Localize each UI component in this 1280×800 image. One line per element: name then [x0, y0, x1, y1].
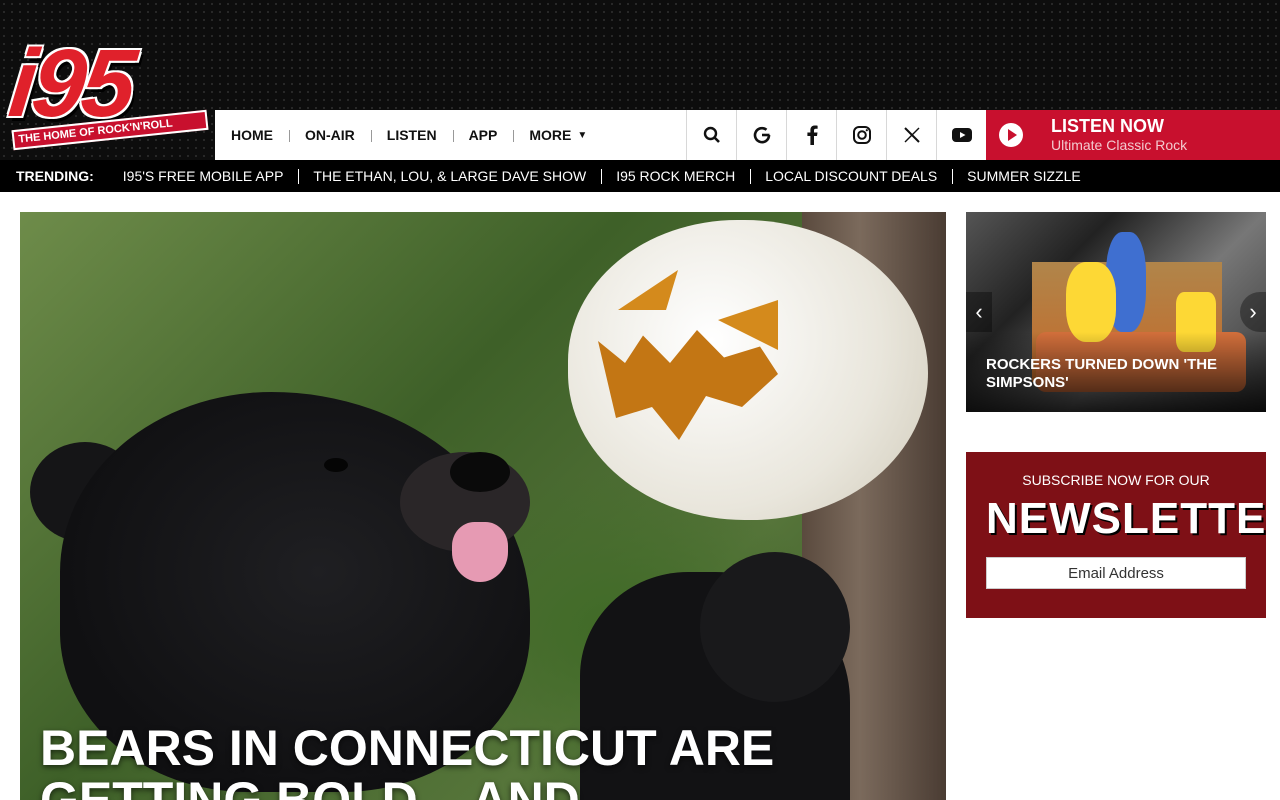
station-logo[interactable]: i95 THE HOME OF ROCK'N'ROLL	[4, 30, 210, 152]
trending-label: TRENDING:	[16, 168, 94, 184]
trending-bar: TRENDING: I95'S FREE MOBILE APP THE ETHA…	[0, 160, 1280, 192]
trending-link[interactable]: I95 ROCK MERCH	[601, 168, 750, 184]
newsletter-pretitle: SUBSCRIBE NOW FOR OUR	[1022, 472, 1210, 488]
logo-number: i95	[4, 30, 138, 137]
nav-item-label: HOME	[231, 127, 273, 143]
trending-link[interactable]: THE ETHAN, LOU, & LARGE DAVE SHOW	[298, 168, 601, 184]
chevron-left-icon[interactable]: ‹	[966, 292, 992, 332]
listen-now-button[interactable]: LISTEN NOW Ultimate Classic Rock	[986, 110, 1280, 160]
hero-image-bear-eye	[324, 458, 348, 472]
social-icons	[686, 110, 986, 160]
carousel-image-homer	[1066, 262, 1116, 342]
nav-item-home[interactable]: HOME	[215, 127, 289, 143]
hero-image-bear-nose	[450, 452, 510, 492]
nav-item-listen[interactable]: LISTEN	[370, 127, 453, 143]
nav-item-more[interactable]: MORE ▼	[513, 127, 603, 143]
featured-carousel[interactable]: ROCKERS TURNED DOWN 'THE SIMPSONS' ‹ ›	[966, 212, 1266, 412]
nav-item-label: LISTEN	[386, 127, 437, 143]
listen-now-title: LISTEN NOW	[1051, 116, 1164, 136]
search-icon[interactable]	[686, 110, 736, 160]
main-nav: HOME ON-AIR LISTEN APP MORE ▼	[215, 110, 686, 160]
newsletter-signup: SUBSCRIBE NOW FOR OUR NEWSLETTER	[966, 452, 1266, 618]
hero-headline[interactable]: BEARS IN CONNECTICUT ARE GETTING BOLD...…	[40, 722, 920, 800]
hero-image-bear-paw	[700, 552, 850, 702]
newsletter-title: NEWSLETTER	[986, 494, 1266, 543]
nav-item-label: ON-AIR	[305, 127, 355, 143]
trending-link[interactable]: SUMMER SIZZLE	[952, 168, 1096, 184]
youtube-icon[interactable]	[936, 110, 986, 160]
instagram-icon[interactable]	[836, 110, 886, 160]
hero-image-bear-tongue	[452, 522, 508, 582]
trending-link[interactable]: LOCAL DISCOUNT DEALS	[750, 168, 952, 184]
chevron-right-icon[interactable]: ›	[1240, 292, 1266, 332]
nav-item-on-air[interactable]: ON-AIR	[289, 127, 371, 143]
x-icon[interactable]	[886, 110, 936, 160]
nav-item-label: MORE	[529, 127, 572, 143]
hero-image-pumpkin	[568, 220, 928, 520]
listen-now-subtitle: Ultimate Classic Rock	[1051, 137, 1188, 153]
trending-link[interactable]: I95'S FREE MOBILE APP	[108, 168, 299, 184]
chevron-down-icon: ▼	[577, 129, 588, 141]
nav-item-label: APP	[468, 127, 498, 143]
google-icon[interactable]	[736, 110, 786, 160]
carousel-caption[interactable]: ROCKERS TURNED DOWN 'THE SIMPSONS'	[986, 356, 1236, 392]
hero-article[interactable]: BEARS IN CONNECTICUT ARE GETTING BOLD...…	[20, 212, 946, 800]
nav-item-app[interactable]: APP	[452, 127, 514, 143]
email-field[interactable]	[986, 557, 1246, 589]
facebook-icon[interactable]	[786, 110, 836, 160]
play-icon	[999, 123, 1023, 147]
